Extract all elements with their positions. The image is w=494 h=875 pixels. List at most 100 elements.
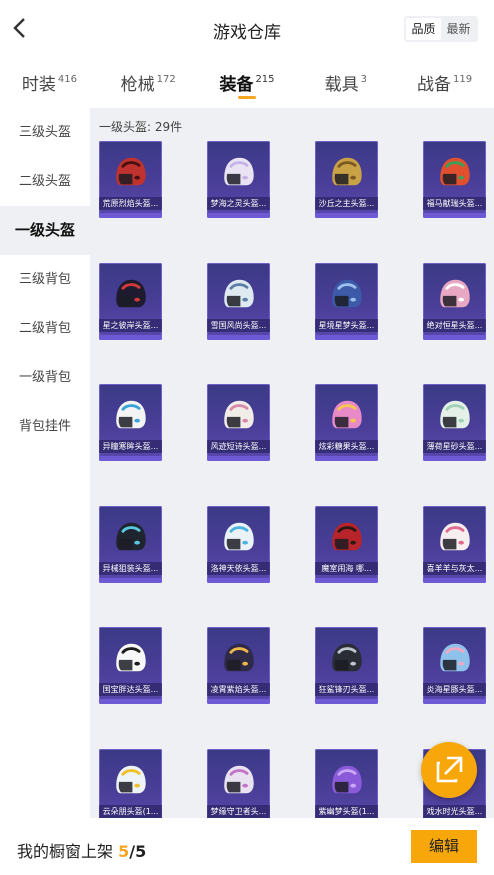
rarity-strip (315, 213, 378, 218)
helmet-icon (224, 279, 254, 307)
helmet-icon (440, 157, 470, 186)
sidebar-item-level1-backpack[interactable]: 一级背包 (0, 353, 90, 402)
tab-fashion[interactable]: 时装 416 (0, 58, 99, 108)
tab-equipment[interactable]: 装备 215 (198, 58, 297, 108)
helmet-icon (332, 643, 362, 672)
rarity-strip (423, 577, 486, 583)
rarity-strip (315, 456, 378, 461)
item-name: 星境星梦头盔... (315, 318, 378, 332)
tab-supplies[interactable]: 战备 119 (395, 58, 494, 108)
helmet-icon (332, 765, 362, 793)
rarity-strip (99, 577, 162, 583)
helmet-item-card[interactable]: 国宝胖达头盔... (99, 627, 162, 704)
sidebar-item-level1-helmet[interactable]: 一级头盔 (0, 206, 90, 255)
item-list-panel: 一级头盔: 29件 荒原烈焰头盔... 梦海之灵头盔... 沙丘之主头盔... 福马献… (90, 108, 494, 818)
helmet-item-card[interactable]: 星之彼岸头盔... (99, 262, 162, 340)
sidebar-item-level3-helmet[interactable]: 三级头盔 (0, 108, 90, 157)
helmet-icon (116, 643, 146, 672)
helmet-icon (116, 522, 146, 550)
helmet-icon (440, 643, 470, 672)
tab-guns[interactable]: 枪械 172 (99, 58, 198, 108)
item-name: 薄荷星砂头盔... (423, 440, 486, 453)
helmet-icon (116, 157, 146, 186)
helmet-icon (440, 522, 470, 550)
edit-button[interactable]: 编辑 (411, 830, 477, 863)
helmet-item-card[interactable]: 异械狙装头盔... (99, 505, 162, 583)
tab-count: 119 (453, 74, 473, 85)
item-name: 云朵朋头盔(1... (99, 804, 162, 818)
showcase-total-count: /5 (129, 842, 147, 861)
helmet-icon (332, 279, 362, 307)
rarity-strip (423, 334, 486, 340)
item-count-label: 一级头盔: 29件 (99, 120, 183, 134)
helmet-item-card[interactable]: 魔室闹海 哪... (315, 505, 378, 583)
tab-vehicles[interactable]: 载具 3 (296, 58, 395, 108)
bottom-bar: 我的橱窗上架 5/5 编辑 (0, 818, 494, 875)
helmet-item-card[interactable]: 洛神天依头盔... (207, 505, 270, 583)
sidebar-item-level2-backpack[interactable]: 二级背包 (0, 304, 90, 353)
helmet-item-card[interactable]: 喜羊羊与灰太... (423, 505, 486, 583)
helmet-item-card[interactable]: 紫幽梦头盔(1... (315, 748, 378, 818)
item-name: 福马献瑞头盔... (423, 197, 486, 210)
sidebar-item-level3-backpack[interactable]: 三级背包 (0, 255, 90, 304)
helmet-item-card[interactable]: 云朵朋头盔(1... (99, 748, 162, 818)
item-name: 紫幽梦头盔(1... (315, 804, 378, 818)
rarity-strip (99, 213, 162, 218)
helmet-item-card[interactable]: 凌霄紫焰头盔... (207, 627, 270, 704)
helmet-item-card[interactable]: 异瞳寒眸头盔... (99, 384, 162, 461)
helmet-item-card[interactable]: 荒原烈焰头盔... (99, 141, 162, 218)
helmet-item-card[interactable]: 梦海之灵头盔... (207, 141, 270, 218)
helmet-icon (224, 400, 254, 429)
item-name: 梦海之灵头盔... (207, 197, 270, 210)
item-name: 梦缘守卫者头... (207, 804, 270, 818)
helmet-icon (224, 643, 254, 672)
sort-toggle[interactable]: 品质 最新 (404, 16, 478, 42)
item-name: 异械狙装头盔... (99, 561, 162, 575)
helmet-item-card[interactable]: 沙丘之主头盔... (315, 141, 378, 218)
helmet-item-card[interactable]: 薄荷星砂头盔... (423, 384, 486, 461)
helmet-item-card[interactable]: 炎海星豚头盔... (423, 627, 486, 704)
sidebar-item-backpack-charm[interactable]: 背包挂件 (0, 402, 90, 451)
sidebar-item-level2-helmet[interactable]: 二级头盔 (0, 157, 90, 206)
sort-option-newest[interactable]: 最新 (441, 18, 476, 40)
item-name: 魔室闹海 哪... (315, 561, 378, 575)
helmet-item-card[interactable]: 炫彩糖果头盔... (315, 384, 378, 461)
rarity-strip (423, 699, 486, 704)
rarity-strip (423, 213, 486, 218)
showcase-current-count: 5 (118, 842, 130, 861)
rarity-strip (207, 699, 270, 704)
helmet-item-card[interactable]: 绝对恒星头盔... (423, 262, 486, 340)
helmet-item-card[interactable]: 雪国风尚头盔... (207, 262, 270, 340)
item-name: 风迹短诗头盔... (207, 440, 270, 453)
item-name: 绝对恒星头盔... (423, 318, 486, 332)
helmet-item-card[interactable]: 星境星梦头盔... (315, 262, 378, 340)
category-tabs: 时装 416 枪械 172 装备 215 载具 3 战备 119 (0, 58, 494, 108)
item-name: 狂鲨锋刃头盔... (315, 683, 378, 696)
helmet-item-card[interactable]: 风迹短诗头盔... (207, 384, 270, 461)
tab-label: 时装 (21, 75, 56, 95)
subcategory-sidebar: 三级头盔 二级头盔 一级头盔 三级背包 二级背包 一级背包 背包挂件 (0, 108, 90, 818)
rarity-strip (207, 456, 270, 461)
rarity-strip (207, 334, 270, 340)
helmet-item-card[interactable]: 狂鲨锋刃头盔... (315, 627, 378, 704)
item-name: 星之彼岸头盔... (99, 318, 162, 332)
helmet-icon (116, 279, 146, 307)
tab-count: 172 (156, 74, 176, 85)
item-name: 凌霄紫焰头盔... (207, 683, 270, 696)
rarity-strip (315, 577, 378, 583)
rarity-strip (207, 213, 270, 218)
helmet-icon (332, 157, 362, 186)
item-name: 沙丘之主头盔... (315, 197, 378, 210)
helmet-icon (116, 400, 146, 429)
helmet-item-card[interactable]: 梦缘守卫者头... (207, 748, 270, 818)
item-name: 炎海星豚头盔... (423, 683, 486, 696)
helmet-item-card[interactable]: 福马献瑞头盔... (423, 141, 486, 218)
tab-label: 装备 (219, 75, 254, 95)
item-name: 戏水时光头盔... (423, 804, 486, 818)
tab-label: 枪械 (120, 75, 155, 95)
item-name: 异瞳寒眸头盔... (99, 440, 162, 453)
item-name: 炫彩糖果头盔... (315, 440, 378, 453)
sort-option-quality[interactable]: 品质 (406, 18, 441, 40)
rarity-strip (315, 699, 378, 704)
share-button[interactable] (421, 742, 477, 798)
